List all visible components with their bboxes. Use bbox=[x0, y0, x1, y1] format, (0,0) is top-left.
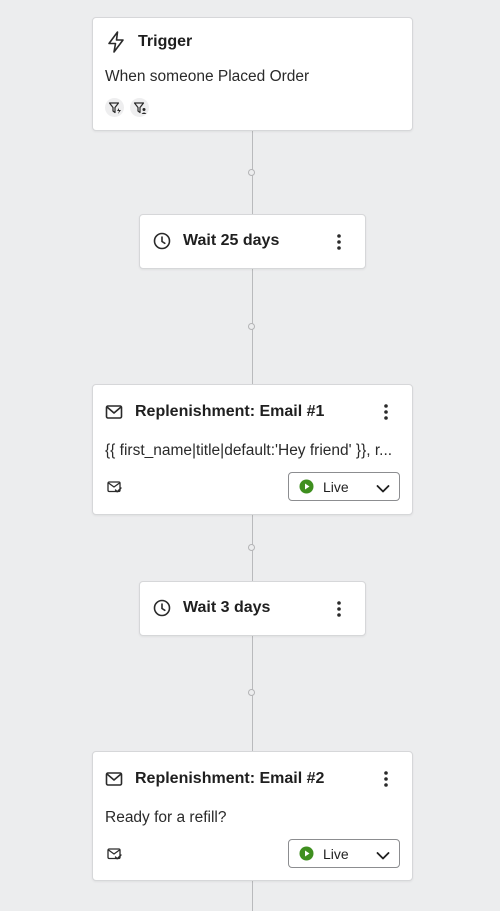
trigger-filters bbox=[105, 98, 155, 117]
email-step-card[interactable]: Replenishment: Email #1 {{ first_name|ti… bbox=[92, 384, 413, 515]
live-status-icon bbox=[299, 479, 314, 494]
clock-icon bbox=[152, 231, 172, 251]
email-preview-text: {{ first_name|title|default:'Hey friend'… bbox=[105, 442, 393, 459]
trigger-filter-icon bbox=[105, 98, 124, 117]
email-preview-text: Ready for a refill? bbox=[105, 809, 227, 826]
email-step-card[interactable]: Replenishment: Email #2 Ready for a refi… bbox=[92, 751, 413, 881]
live-status-icon bbox=[299, 846, 314, 861]
wait-step-card[interactable]: Wait 25 days bbox=[139, 214, 366, 269]
add-step-node[interactable] bbox=[248, 169, 255, 176]
mail-icon bbox=[105, 771, 123, 787]
status-label: Live bbox=[323, 845, 349, 862]
email-step-title: Replenishment: Email #2 bbox=[135, 770, 325, 787]
wait-step-label: Wait 3 days bbox=[183, 599, 271, 616]
lightning-icon bbox=[105, 30, 127, 54]
add-step-node[interactable] bbox=[248, 544, 255, 551]
add-step-node[interactable] bbox=[248, 689, 255, 696]
mail-icon bbox=[105, 404, 123, 420]
trigger-title: Trigger bbox=[138, 33, 193, 50]
profile-filter-icon bbox=[130, 98, 149, 117]
trigger-description: When someone Placed Order bbox=[105, 68, 310, 85]
chevron-down-icon bbox=[376, 848, 390, 866]
clock-icon bbox=[152, 598, 172, 618]
add-step-node[interactable] bbox=[248, 323, 255, 330]
chevron-down-icon bbox=[376, 481, 390, 499]
wait-step-label: Wait 25 days bbox=[183, 232, 280, 249]
email-step-title: Replenishment: Email #1 bbox=[135, 403, 325, 420]
more-options-icon[interactable] bbox=[329, 231, 349, 253]
status-select[interactable]: Live bbox=[288, 472, 400, 501]
mail-check-icon bbox=[107, 847, 122, 861]
flow-connector bbox=[252, 880, 253, 911]
more-options-icon[interactable] bbox=[376, 401, 396, 423]
trigger-card[interactable]: Trigger When someone Placed Order bbox=[92, 17, 413, 131]
status-select[interactable]: Live bbox=[288, 839, 400, 868]
status-label: Live bbox=[323, 478, 349, 495]
wait-step-card[interactable]: Wait 3 days bbox=[139, 581, 366, 636]
more-options-icon[interactable] bbox=[376, 768, 396, 790]
mail-check-icon bbox=[107, 480, 122, 494]
more-options-icon[interactable] bbox=[329, 598, 349, 620]
